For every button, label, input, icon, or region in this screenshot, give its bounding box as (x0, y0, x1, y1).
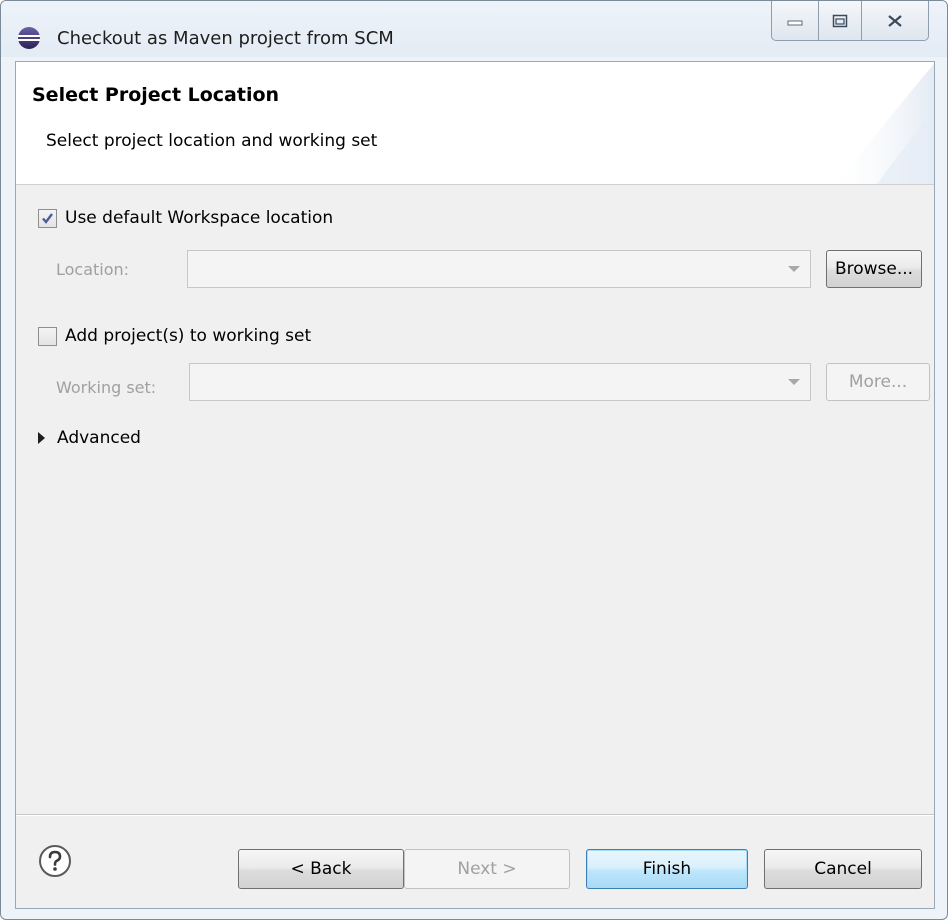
next-button[interactable]: Next > (404, 849, 570, 889)
maximize-button[interactable] (818, 1, 862, 41)
wizard-window: Checkout as Maven project from SCM Selec… (0, 0, 948, 920)
banner-decoration (837, 63, 934, 184)
cancel-button[interactable]: Cancel (764, 849, 922, 889)
add-working-set-row[interactable]: Add project(s) to working set (38, 326, 311, 346)
advanced-toggle[interactable]: Advanced (38, 428, 141, 448)
close-button[interactable] (861, 1, 929, 41)
back-button[interactable]: < Back (238, 849, 404, 889)
working-set-combo[interactable] (189, 363, 811, 401)
footer-separator (16, 814, 934, 816)
browse-button[interactable]: Browse... (826, 250, 922, 288)
add-working-set-checkbox[interactable] (38, 326, 57, 346)
wizard-header: Select Project Location Select project l… (16, 62, 934, 185)
advanced-label: Advanced (57, 428, 141, 448)
title-bar[interactable]: Checkout as Maven project from SCM (1, 1, 947, 57)
use-default-location-checkbox[interactable] (38, 208, 57, 228)
dialog-client-area: Select Project Location Select project l… (15, 61, 935, 909)
dropdown-arrow-icon (788, 266, 800, 272)
dropdown-arrow-icon (788, 379, 800, 385)
minimize-icon (787, 20, 803, 25)
maximize-icon (832, 14, 848, 27)
window-title: Checkout as Maven project from SCM (57, 28, 394, 49)
minimize-button[interactable] (771, 1, 819, 41)
eclipse-icon (18, 27, 40, 49)
page-description: Select project location and working set (46, 131, 378, 151)
use-default-location-label: Use default Workspace location (65, 208, 334, 228)
use-default-location-row[interactable]: Use default Workspace location (38, 208, 333, 228)
location-combo[interactable] (187, 250, 811, 288)
working-set-label: Working set: (56, 378, 157, 397)
finish-button[interactable]: Finish (586, 849, 748, 889)
location-label: Location: (56, 260, 130, 279)
expand-triangle-icon (38, 432, 45, 444)
close-icon (888, 14, 902, 27)
caption-buttons (771, 1, 929, 43)
more-button[interactable]: More... (826, 363, 930, 401)
checkmark-icon (42, 212, 53, 224)
add-working-set-label: Add project(s) to working set (65, 326, 312, 346)
help-icon[interactable] (38, 844, 72, 878)
page-title: Select Project Location (32, 84, 280, 106)
